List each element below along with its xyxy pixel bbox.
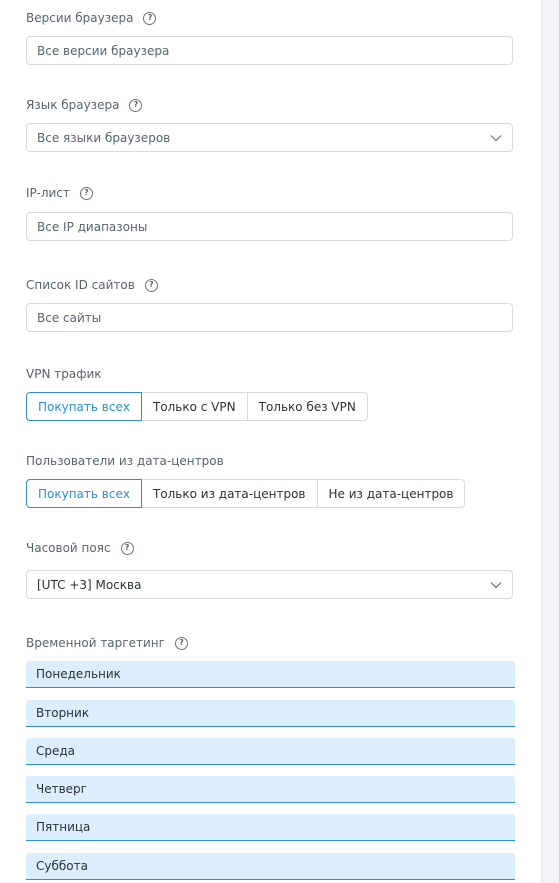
- datacenter-segmented-control: Покупать всех Только из дата-центров Не …: [26, 479, 466, 508]
- time-targeting-label-text: Временной таргетинг: [26, 636, 165, 650]
- time-targeting-label: Временной таргетинг ?: [26, 635, 188, 651]
- timezone-select[interactable]: [UTC +3] Москва: [26, 570, 513, 599]
- vpn-option-no-vpn[interactable]: Только без VPN: [246, 392, 368, 421]
- ip-list-label-text: IP-лист: [26, 186, 70, 200]
- vpn-label-text: VPN трафик: [26, 367, 102, 381]
- browser-language-label: Язык браузера ?: [26, 97, 143, 113]
- help-icon[interactable]: ?: [144, 278, 158, 292]
- help-icon[interactable]: ?: [120, 541, 134, 555]
- timezone-label-text: Часовой пояс: [26, 541, 111, 555]
- site-ids-placeholder: Все сайты: [37, 310, 102, 325]
- browser-versions-placeholder: Все версии браузера: [37, 43, 170, 58]
- day-row-friday[interactable]: Пятница: [26, 814, 515, 841]
- chevron-down-icon: [490, 581, 502, 588]
- ip-list-placeholder: Все IP диапазоны: [37, 219, 148, 234]
- browser-versions-input[interactable]: Все версии браузера: [26, 36, 513, 65]
- ip-list-label: IP-лист ?: [26, 185, 93, 201]
- timezone-value: [UTC +3] Москва: [37, 577, 142, 592]
- datacenter-option-not-dc[interactable]: Не из дата-центров: [316, 479, 466, 508]
- browser-versions-label-text: Версии браузера: [26, 11, 134, 25]
- site-ids-label-text: Список ID сайтов: [26, 278, 135, 292]
- datacenter-option-only-dc[interactable]: Только из дата-центров: [140, 479, 318, 508]
- vpn-label: VPN трафик: [26, 366, 102, 382]
- vpn-segmented-control: Покупать всех Только с VPN Только без VP…: [26, 392, 368, 421]
- ip-list-input[interactable]: Все IP диапазоны: [26, 212, 513, 241]
- browser-language-value: Все языки браузеров: [37, 130, 171, 145]
- vpn-option-all[interactable]: Покупать всех: [26, 392, 142, 421]
- help-icon[interactable]: ?: [174, 636, 188, 650]
- chevron-down-icon: [490, 134, 502, 141]
- help-icon[interactable]: ?: [129, 98, 143, 112]
- help-icon[interactable]: ?: [79, 186, 93, 200]
- vpn-option-only-vpn[interactable]: Только с VPN: [140, 392, 248, 421]
- day-row-thursday[interactable]: Четверг: [26, 776, 515, 803]
- timezone-label: Часовой пояс ?: [26, 540, 134, 556]
- site-ids-input[interactable]: Все сайты: [26, 303, 513, 332]
- day-row-monday[interactable]: Понедельник: [26, 661, 515, 688]
- day-row-wednesday[interactable]: Среда: [26, 738, 515, 765]
- scrollbar-track[interactable]: [541, 0, 559, 883]
- datacenter-option-all[interactable]: Покупать всех: [26, 479, 142, 508]
- datacenter-label-text: Пользователи из дата-центров: [26, 454, 224, 468]
- browser-versions-label: Версии браузера ?: [26, 10, 157, 26]
- datacenter-label: Пользователи из дата-центров: [26, 453, 224, 469]
- browser-language-label-text: Язык браузера: [26, 98, 120, 112]
- browser-language-select[interactable]: Все языки браузеров: [26, 123, 513, 152]
- help-icon[interactable]: ?: [143, 11, 157, 25]
- site-ids-label: Список ID сайтов ?: [26, 277, 158, 293]
- day-row-saturday[interactable]: Суббота: [26, 853, 515, 880]
- day-row-tuesday[interactable]: Вторник: [26, 700, 515, 727]
